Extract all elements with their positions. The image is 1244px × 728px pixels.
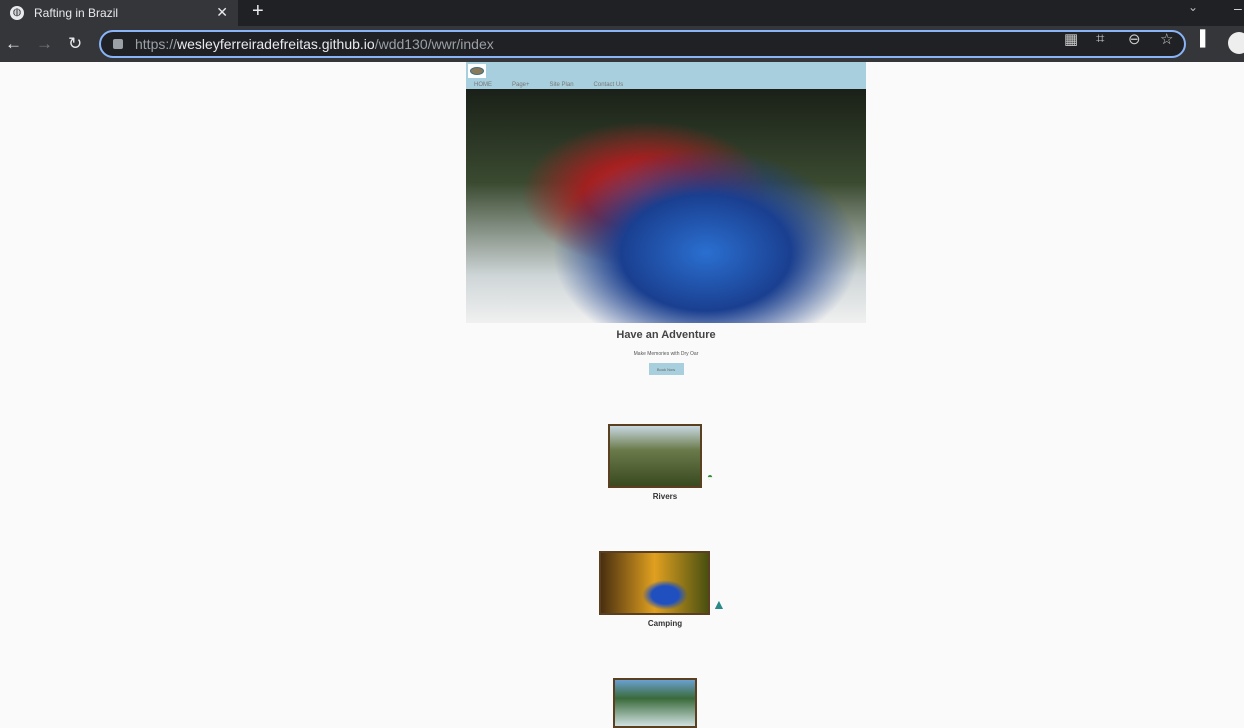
camping-caption: Camping [647, 619, 683, 628]
web-page: HOME Page+ Site Plan Contact Us Have an … [466, 62, 866, 375]
nav-home[interactable]: HOME [474, 82, 492, 88]
side-panel-icon[interactable]: ▌ [1200, 30, 1211, 47]
site-header: HOME Page+ Site Plan Contact Us [466, 62, 866, 89]
hero-subtitle: Make Memories with Dry Oar [633, 351, 699, 357]
reload-icon[interactable]: ↻ [68, 34, 82, 54]
tab-title: Rafting in Brazil [34, 6, 119, 20]
river-rapids-image [613, 678, 697, 728]
zoom-icon[interactable]: ⊖ [1128, 30, 1141, 48]
river-icon: ◓ [707, 472, 714, 483]
rivers-image [608, 424, 702, 488]
mountain-icon: ▲ [712, 596, 726, 612]
browser-tab[interactable]: ◍ Rafting in Brazil ✕ [0, 0, 238, 26]
new-tab-button[interactable]: + [252, 0, 264, 23]
nav-page[interactable]: Page+ [512, 82, 530, 88]
close-tab-icon[interactable]: ✕ [216, 4, 228, 21]
site-logo[interactable] [468, 64, 486, 78]
url-path: /wdd130/wwr/index [374, 36, 494, 52]
globe-icon: ◍ [10, 6, 24, 20]
nav-contact[interactable]: Contact Us [594, 82, 624, 88]
tab-bar: ◍ Rafting in Brazil ✕ + ⌄ – [0, 0, 1244, 26]
minimize-button[interactable]: – [1234, 0, 1242, 16]
nav-site-plan[interactable]: Site Plan [550, 82, 574, 88]
browser-toolbar: ← → ↻ https://wesleyferreiradefreitas.gi… [0, 26, 1244, 62]
book-now-button[interactable]: Book Now [648, 363, 684, 375]
main-nav: HOME Page+ Site Plan Contact Us [474, 82, 623, 88]
rivers-caption: Rivers [652, 492, 678, 501]
url-scheme: https:// [135, 36, 178, 52]
forward-icon[interactable]: → [36, 34, 53, 54]
incognito-icon[interactable] [1228, 32, 1244, 54]
bookmark-star-icon[interactable]: ☆ [1160, 30, 1173, 48]
translate-icon[interactable]: ⌗ [1096, 30, 1104, 47]
url-domain: wesleyferreiradefreitas.github.io [177, 36, 375, 52]
hero-title: Have an Adventure [616, 329, 716, 341]
camping-image [599, 551, 710, 615]
lock-icon [113, 39, 123, 49]
qr-code-icon[interactable]: ▦ [1064, 30, 1078, 48]
back-icon[interactable]: ← [5, 34, 22, 54]
address-bar[interactable]: https://wesleyferreiradefreitas.github.i… [99, 30, 1186, 58]
hero-rafting-image [466, 89, 866, 323]
tab-search-chevron-icon[interactable]: ⌄ [1188, 0, 1198, 14]
